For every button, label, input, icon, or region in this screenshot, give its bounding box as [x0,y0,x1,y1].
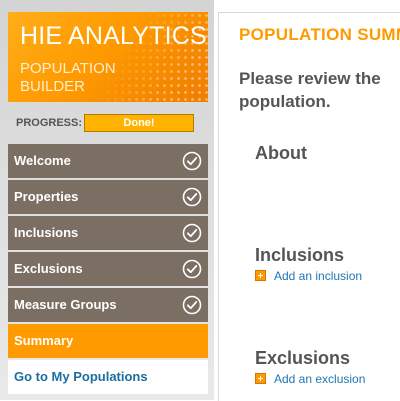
nav-item-summary[interactable]: Summary [8,324,208,358]
check-circle-icon [182,259,202,279]
add-inclusion-link[interactable]: Add an inclusion [255,267,363,283]
nav-item-label: Properties [14,189,79,204]
check-circle-icon [182,223,202,243]
review-line1: Please review the [239,69,381,88]
nav-item-exclusions[interactable]: Exclusions [8,252,208,286]
nav-item-label: Measure Groups [14,297,117,312]
nav-item-properties[interactable]: Properties [8,180,208,214]
nav-item-measure-groups[interactable]: Measure Groups [8,288,208,322]
step-nav: Welcome Properties Inclusions Exclusions [8,144,208,394]
progress-indicator: PROGRESS: Done! [8,114,208,134]
main-panel: POPULATION SUMMARY Please review the pop… [218,12,400,401]
review-line2: population. [239,92,331,111]
go-to-my-populations-link[interactable]: Go to My Populations [8,360,208,394]
app-title: HIE ANALYTICS [20,22,207,50]
review-instructions: Please review the population. [239,67,400,113]
nav-item-label: Welcome [14,153,71,168]
add-inclusion-label: Add an inclusion [274,268,363,283]
nav-item-inclusions[interactable]: Inclusions [8,216,208,250]
app-subtitle: POPULATION BUILDER [20,60,116,96]
check-circle-icon [182,187,202,207]
inclusions-heading: Inclusions [255,245,345,265]
check-circle-icon [182,295,202,315]
nav-item-welcome[interactable]: Welcome [8,144,208,178]
check-circle-icon [182,151,202,171]
sidebar: HIE ANALYTICS POPULATION BUILDER PROGRES… [0,0,214,400]
add-exclusion-label: Add an exclusion [274,371,366,386]
nav-link-label: Go to My Populations [14,369,148,384]
progress-label: PROGRESS: [16,117,83,129]
app-subtitle-line1: POPULATION [20,60,116,77]
app-subtitle-line2: BUILDER [20,78,86,95]
nav-item-label: Summary [14,333,74,348]
progress-status: Done! [84,114,194,132]
page-title: POPULATION SUMMARY [239,25,400,44]
nav-item-label: Exclusions [14,261,83,276]
exclusions-heading: Exclusions [255,348,351,368]
add-exclusion-link[interactable]: Add an exclusion [255,370,366,386]
nav-item-label: Inclusions [14,225,79,240]
plus-icon [255,373,266,385]
plus-icon [255,270,266,282]
app-logo: HIE ANALYTICS POPULATION BUILDER [8,12,208,102]
about-heading: About [255,143,307,163]
